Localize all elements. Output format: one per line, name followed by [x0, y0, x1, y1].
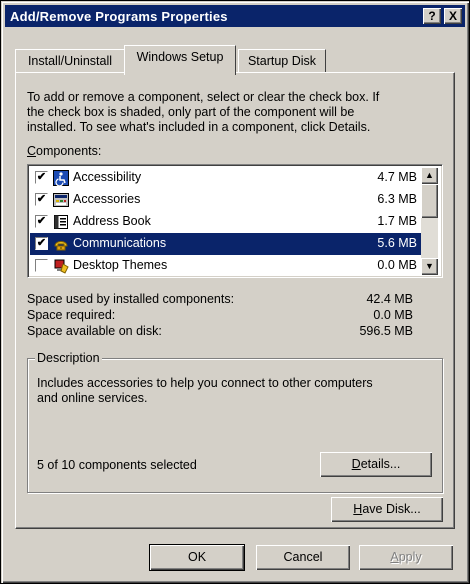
space-required-label: Space required:: [27, 308, 116, 322]
description-legend: Description: [35, 351, 102, 365]
tab-label: Install/Uninstall: [27, 54, 113, 68]
cancel-button[interactable]: Cancel: [256, 545, 350, 570]
have-disk-button[interactable]: Have Disk...: [331, 497, 443, 522]
communications-icon: [54, 241, 68, 251]
space-available-label: Space available on disk:: [27, 324, 162, 338]
components-list[interactable]: ✔ Accessibility 4.7 MB ✔ Accessories 6.3…: [27, 164, 443, 278]
instruction-line: installed. To see what's included in a c…: [27, 120, 371, 134]
accessibility-icon: [53, 170, 69, 186]
component-size: 5.6 MB: [377, 236, 417, 250]
desktop-themes-icon: [54, 259, 69, 274]
tab-label: Windows Setup: [136, 50, 224, 64]
list-item[interactable]: ✔ Accessories 6.3 MB: [30, 189, 421, 211]
component-size: 4.7 MB: [377, 170, 417, 184]
window-title: Add/Remove Programs Properties: [10, 8, 228, 24]
checkbox[interactable]: ✔: [35, 193, 48, 206]
space-required-value: 0.0 MB: [373, 308, 413, 322]
space-used-value: 42.4 MB: [366, 292, 413, 306]
description-text: Includes accessories to help you connect…: [37, 376, 373, 390]
scroll-thumb[interactable]: [421, 184, 438, 218]
help-button[interactable]: ?: [423, 8, 441, 24]
list-item[interactable]: ✔ Accessibility 4.7 MB: [30, 167, 421, 189]
component-name: Accessibility: [73, 170, 142, 184]
instruction-line: the check box is shaded, only part of th…: [27, 105, 355, 119]
ok-button[interactable]: OK: [150, 545, 244, 570]
close-button[interactable]: X: [444, 8, 462, 24]
checkbox[interactable]: ✔: [35, 215, 48, 228]
component-size: 0.0 MB: [377, 258, 417, 272]
tab-startup-disk[interactable]: Startup Disk: [238, 49, 326, 73]
address-book-icon: [54, 215, 68, 229]
details-button[interactable]: Details...: [320, 452, 432, 477]
accessories-icon: [53, 193, 69, 207]
component-name: Desktop Themes: [73, 258, 168, 272]
tab-windows-setup[interactable]: Windows Setup: [124, 45, 236, 75]
dialog-window: Add/Remove Programs Properties ? X Insta…: [0, 0, 470, 584]
description-text: and online services.: [37, 391, 148, 405]
checkbox[interactable]: ✔: [35, 237, 48, 250]
list-item-selected[interactable]: ✔ Communications 5.6 MB: [30, 233, 421, 255]
scroll-up-button[interactable]: ▲: [421, 167, 438, 184]
space-available-value: 596.5 MB: [359, 324, 413, 338]
component-name: Communications: [73, 236, 167, 250]
title-bar[interactable]: Add/Remove Programs Properties ? X: [5, 5, 465, 27]
component-size: 1.7 MB: [377, 214, 417, 228]
checkbox[interactable]: [35, 259, 48, 272]
component-name: Accessories: [73, 192, 141, 206]
space-used-label: Space used by installed components:: [27, 292, 235, 306]
component-name: Address Book: [73, 214, 151, 228]
list-scrollbar[interactable]: ▲ ▼: [421, 167, 438, 275]
tab-label: Startup Disk: [247, 54, 317, 68]
components-label: Components:: [27, 144, 102, 158]
checkbox[interactable]: ✔: [35, 171, 48, 184]
instruction-line: To add or remove a component, select or …: [27, 90, 380, 104]
list-item[interactable]: Desktop Themes 0.0 MB: [30, 255, 421, 277]
tab-install-uninstall[interactable]: Install/Uninstall: [15, 49, 125, 73]
apply-button[interactable]: Apply: [359, 545, 453, 570]
list-item[interactable]: ✔ Address Book 1.7 MB: [30, 211, 421, 233]
component-size: 6.3 MB: [377, 192, 417, 206]
scroll-down-button[interactable]: ▼: [421, 258, 438, 275]
selected-count: 5 of 10 components selected: [37, 458, 197, 472]
